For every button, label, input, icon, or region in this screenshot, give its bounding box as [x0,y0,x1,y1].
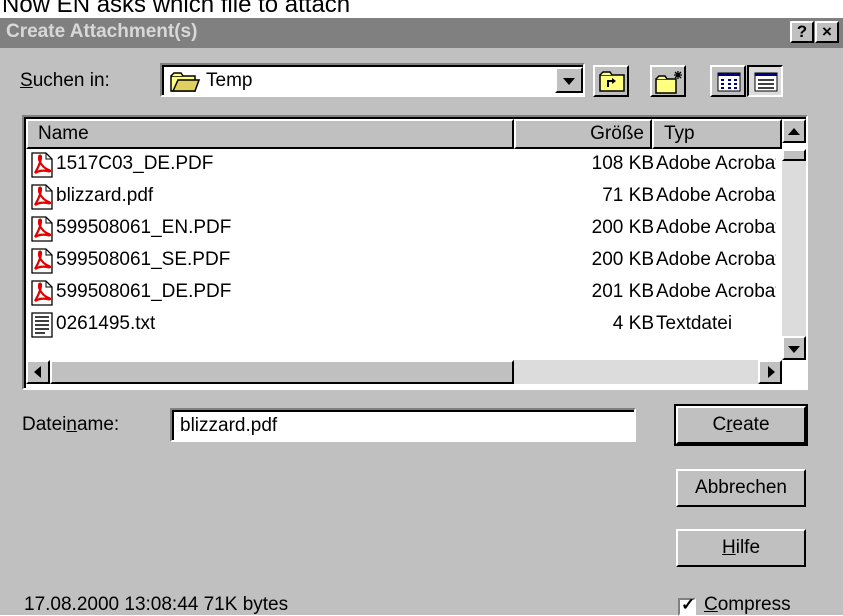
text-file-icon [31,312,53,343]
file-size: 201 KB [591,281,654,302]
look-in-value: Temp [206,70,253,91]
vertical-scrollbar[interactable] [782,119,806,360]
checkmark-icon: ✓ [681,595,696,614]
close-button[interactable]: × [815,21,839,43]
filename-value: blizzard.pdf [180,415,278,436]
help-button[interactable]: Hilfe [676,529,806,567]
file-name: 1517C03_DE.PDF [56,153,214,174]
horizontal-scrollbar[interactable] [26,360,782,384]
file-row[interactable]: blizzard.pdf 71 KBAdobe Acrobat-Dokument [26,181,806,213]
details-view-icon [754,72,778,97]
file-name: blizzard.pdf [56,185,154,206]
pdf-file-icon [31,152,53,183]
file-type: Textdatei [656,313,733,334]
column-header-size[interactable]: Größe [514,119,652,149]
file-row[interactable]: 1517C03_DE.PDF 108 KBAdobe Acrobat-Dokume… [26,149,806,181]
page-caption: Now EN asks which file to attach [2,0,351,18]
compress-checkbox[interactable]: ✓ [678,595,696,616]
file-name: 599508061_EN.PDF [56,217,232,238]
up-folder-icon [598,69,626,98]
scroll-down-button[interactable] [782,336,806,360]
list-view-icon [717,72,741,97]
pdf-file-icon [31,184,53,215]
help-title-button[interactable]: ? [790,21,814,43]
pdf-file-icon [31,280,53,311]
up-one-level-button[interactable] [593,65,629,97]
status-text: 17.08.2000 13:08:44 71K bytes [24,594,289,615]
details-view-button[interactable] [747,65,783,97]
chevron-down-icon [563,78,575,85]
folder-icon [170,71,201,98]
scroll-up-button[interactable] [782,119,806,143]
filename-input[interactable]: blizzard.pdf [170,408,636,442]
column-header-name[interactable]: Name [26,119,514,149]
file-name: 599508061_DE.PDF [56,281,232,302]
vertical-scroll-thumb[interactable] [782,149,806,161]
file-row[interactable]: 599508061_EN.PDF 200 KBAdobe Acrobat-Doku… [26,213,806,245]
arrow-up-icon [788,128,800,135]
horizontal-scroll-thumb[interactable] [50,360,514,384]
file-name: 0261495.txt [56,313,156,334]
window-title: Create Attachment(s) [6,21,198,42]
list-view-button[interactable] [710,65,746,97]
create-button[interactable]: Create [674,404,808,446]
arrow-down-icon [788,346,800,353]
file-size: 108 KB [591,153,654,174]
compress-label[interactable]: Compress [704,594,791,616]
new-folder-button[interactable] [650,65,686,97]
file-row[interactable]: 599508061_DE.PDF 201 KBAdobe Acrobat-Doku… [26,277,806,309]
arrow-right-icon [768,366,775,378]
pdf-file-icon [31,216,53,247]
file-size: 200 KB [591,249,654,270]
look-in-dropdown[interactable]: Temp [160,63,585,97]
file-type: Adobe Acrobat-Dokument [656,217,776,238]
scroll-left-button[interactable] [26,360,50,384]
create-attachment-dialog: Create Attachment(s) ? × Suchen in: Temp [0,18,843,616]
cancel-button[interactable]: Abbrechen [676,469,806,507]
title-bar[interactable]: Create Attachment(s) ? × [0,18,843,48]
file-type: Adobe Acrobat-Dokument [656,281,776,302]
new-folder-icon [655,69,685,100]
look-in-dropdown-button[interactable] [555,67,583,93]
file-size: 71 KB [602,185,654,206]
file-type: Adobe Acrobat-Dokument [656,153,776,174]
scroll-right-button[interactable] [758,360,782,384]
file-type: Adobe Acrobat-Dokument [656,249,776,270]
file-name: 599508061_SE.PDF [56,249,231,270]
file-size: 200 KB [591,217,654,238]
file-list[interactable]: Name Größe Typ 1517C03_DE.PDF 108 KB Adobe… [22,115,808,390]
arrow-left-icon [34,366,41,378]
file-size: 4 KB [612,313,654,334]
filename-label: Dateiname: [22,414,120,435]
file-type: Adobe Acrobat-Dokument [656,185,776,206]
file-row[interactable]: 0261495.txt 4 KB Textdatei [26,309,806,341]
column-header-type[interactable]: Typ [652,119,782,149]
look-in-label: Suchen in: [20,70,110,91]
file-row[interactable]: 599508061_SE.PDF 200 KBAdobe Acrobat-Doku… [26,245,806,277]
pdf-file-icon [31,248,53,279]
